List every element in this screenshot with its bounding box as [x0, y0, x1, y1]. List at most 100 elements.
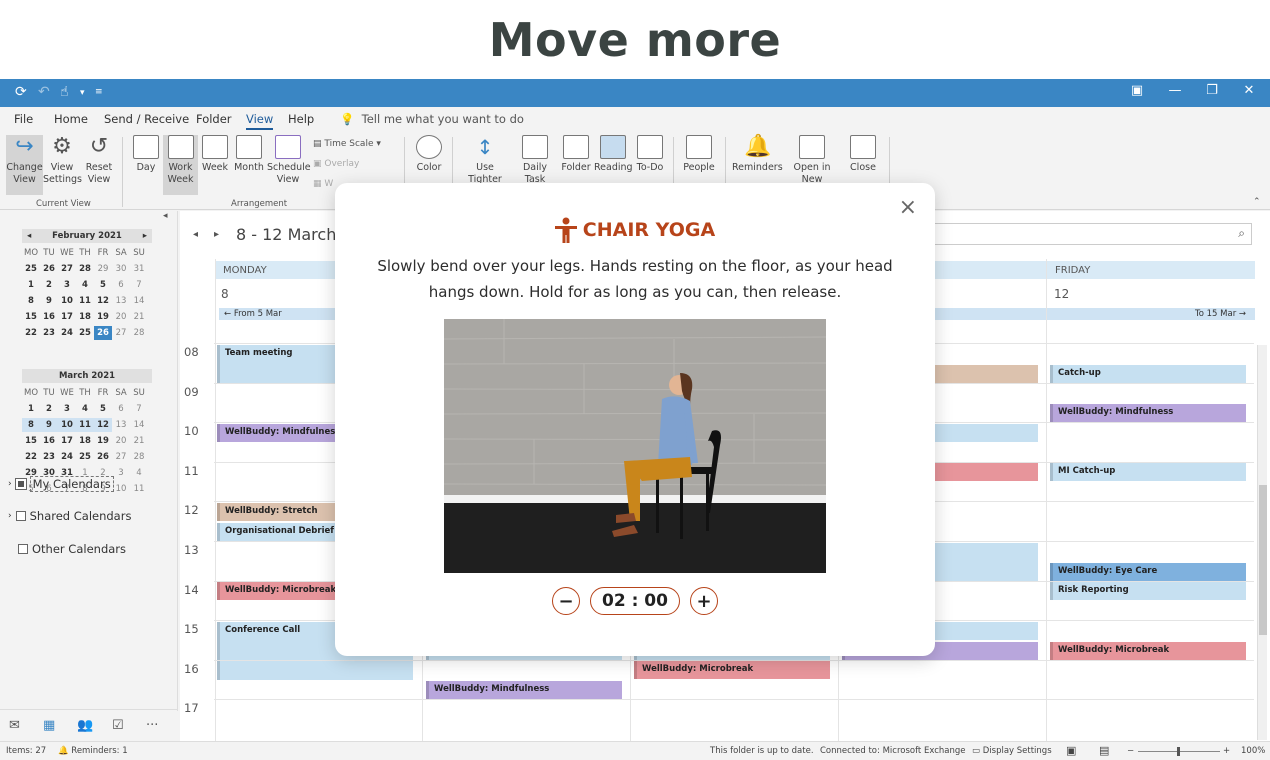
- event[interactable]: Catch-up: [1050, 365, 1246, 383]
- mini-calendar-day[interactable]: 25: [22, 262, 40, 276]
- mini-calendar-day[interactable]: 21: [130, 434, 148, 448]
- mini-calendar-day[interactable]: 4: [76, 278, 94, 292]
- day-view-button[interactable]: Day: [130, 135, 162, 195]
- mini-calendar-day[interactable]: 17: [58, 310, 76, 324]
- zoom-out-icon[interactable]: −: [1127, 746, 1134, 756]
- event[interactable]: WellBuddy: Mindfulness: [426, 681, 622, 699]
- calendar-icon[interactable]: ▦: [43, 718, 55, 733]
- event[interactable]: WellBuddy: Mindfulness: [1050, 404, 1246, 422]
- mini-calendar-day[interactable]: 23: [40, 326, 58, 340]
- collapse-ribbon-icon[interactable]: ⌃: [1253, 197, 1261, 207]
- maximize-icon[interactable]: ❐: [1202, 83, 1222, 98]
- mini-calendar-day[interactable]: 26: [94, 326, 112, 340]
- day-number-monday[interactable]: 8: [221, 287, 229, 301]
- menu-home[interactable]: Home: [54, 112, 88, 126]
- mini-calendar-day[interactable]: 11: [130, 482, 148, 496]
- mini-calendar-day[interactable]: 10: [58, 418, 76, 432]
- mini-calendar-day[interactable]: 15: [22, 434, 40, 448]
- to-label[interactable]: To 15 Mar →: [1195, 309, 1246, 319]
- mini-calendar-day[interactable]: 16: [40, 434, 58, 448]
- mail-icon[interactable]: ✉: [9, 718, 20, 733]
- mini-calendar-day[interactable]: 27: [112, 450, 130, 464]
- increase-time-button[interactable]: +: [690, 587, 718, 615]
- mini-calendar-day[interactable]: 25: [76, 450, 94, 464]
- minimize-icon[interactable]: —: [1165, 83, 1185, 98]
- mini-calendar-day[interactable]: 29: [94, 262, 112, 276]
- more-icon[interactable]: ···: [146, 718, 158, 733]
- checkbox-checked[interactable]: [14, 478, 27, 490]
- from-label[interactable]: ← From 5 Mar: [224, 309, 282, 319]
- tell-me-search[interactable]: 💡 Tell me what you want to do: [340, 112, 524, 126]
- mini-calendar-day[interactable]: 4: [76, 402, 94, 416]
- zoom-in-icon[interactable]: +: [1223, 746, 1230, 756]
- checkbox[interactable]: [15, 511, 26, 521]
- menu-folder[interactable]: Folder: [196, 112, 232, 126]
- mini-calendar-day[interactable]: 2: [40, 402, 58, 416]
- event[interactable]: WellBuddy: Microbreak: [1050, 642, 1246, 660]
- mini-calendar-day[interactable]: 26: [40, 262, 58, 276]
- view-settings-button[interactable]: ⚙ View Settings: [43, 135, 82, 195]
- mini-calendar-day[interactable]: 22: [22, 326, 40, 340]
- mini-calendar-day[interactable]: 13: [112, 418, 130, 432]
- mini-calendar-day[interactable]: 6: [112, 278, 130, 292]
- month-view-button[interactable]: Month: [232, 135, 266, 195]
- mini-calendar-day[interactable]: 23: [40, 450, 58, 464]
- prev-month-icon[interactable]: ◂: [27, 231, 31, 241]
- mini-calendar-day[interactable]: 6: [112, 402, 130, 416]
- mini-calendar-day[interactable]: 20: [112, 310, 130, 324]
- mini-calendar-day[interactable]: 19: [94, 434, 112, 448]
- schedule-view-button[interactable]: Schedule View: [267, 135, 311, 195]
- reading-view-icon[interactable]: ▤: [1099, 744, 1109, 757]
- mini-calendar-day[interactable]: 28: [130, 450, 148, 464]
- event[interactable]: MI Catch-up: [1050, 463, 1246, 481]
- mini-calendar-day[interactable]: 19: [94, 310, 112, 324]
- mini-calendar-day[interactable]: 21: [130, 310, 148, 324]
- shared-calendars-group[interactable]: › Shared Calendars: [8, 509, 131, 523]
- close-icon[interactable]: ×: [899, 197, 917, 219]
- mini-calendar-day[interactable]: 8: [22, 418, 40, 432]
- day-number-friday[interactable]: 12: [1054, 287, 1069, 301]
- change-view-button[interactable]: ↪ Change View: [6, 135, 43, 195]
- mini-calendar-day[interactable]: 27: [112, 326, 130, 340]
- mini-calendar-day[interactable]: 11: [76, 294, 94, 308]
- mini-calendar-day[interactable]: 2: [40, 278, 58, 292]
- decrease-time-button[interactable]: −: [552, 587, 580, 615]
- event[interactable]: WellBuddy: Microbreak: [634, 661, 830, 679]
- mini-calendar-day[interactable]: 12: [94, 294, 112, 308]
- mini-calendar-day[interactable]: 4: [130, 466, 148, 480]
- work-week-button[interactable]: Work Week: [163, 135, 198, 195]
- mini-calendar-day[interactable]: 12: [94, 418, 112, 432]
- next-week-icon[interactable]: ▸: [214, 229, 219, 240]
- menu-file[interactable]: File: [14, 112, 33, 126]
- mini-calendar-day[interactable]: 24: [58, 450, 76, 464]
- vertical-scrollbar[interactable]: [1257, 345, 1267, 740]
- mini-calendar-day[interactable]: 22: [22, 450, 40, 464]
- checkbox[interactable]: [18, 544, 28, 554]
- undo-icon[interactable]: ↶: [38, 84, 50, 100]
- menu-send-receive[interactable]: Send / Receive: [104, 112, 189, 126]
- mini-calendar-day[interactable]: 8: [22, 294, 40, 308]
- tasks-icon[interactable]: ☑: [112, 718, 124, 733]
- calendar-search-input[interactable]: ⌕: [934, 223, 1252, 245]
- mini-calendar-day[interactable]: 1: [22, 402, 40, 416]
- mini-calendar-day[interactable]: 10: [58, 294, 76, 308]
- mini-calendar-day[interactable]: 7: [130, 278, 148, 292]
- normal-view-icon[interactable]: ▣: [1066, 744, 1076, 757]
- restore-icon[interactable]: ▣: [1127, 83, 1147, 98]
- mini-calendar-day[interactable]: 9: [40, 418, 58, 432]
- timer-display[interactable]: 02 : 00: [590, 587, 680, 615]
- work-schedule-button[interactable]: ▦ W: [313, 179, 333, 189]
- touch-mode-icon[interactable]: ☝: [60, 84, 69, 100]
- display-settings-button[interactable]: ▭ Display Settings: [972, 746, 1052, 756]
- mini-calendar-day[interactable]: 17: [58, 434, 76, 448]
- mini-calendar-day[interactable]: 14: [130, 294, 148, 308]
- my-calendars-group[interactable]: › My Calendars: [8, 476, 114, 492]
- mini-calendar-day[interactable]: 24: [58, 326, 76, 340]
- other-calendars-group[interactable]: Other Calendars: [18, 542, 126, 556]
- mini-calendar-day[interactable]: 28: [76, 262, 94, 276]
- reminders-status[interactable]: 🔔 Reminders: 1: [58, 746, 128, 756]
- next-month-icon[interactable]: ▸: [143, 231, 147, 241]
- time-scale-button[interactable]: ▤ Time Scale ▾: [313, 139, 381, 149]
- mini-calendar-day[interactable]: 3: [58, 278, 76, 292]
- mini-calendar-day[interactable]: 18: [76, 310, 94, 324]
